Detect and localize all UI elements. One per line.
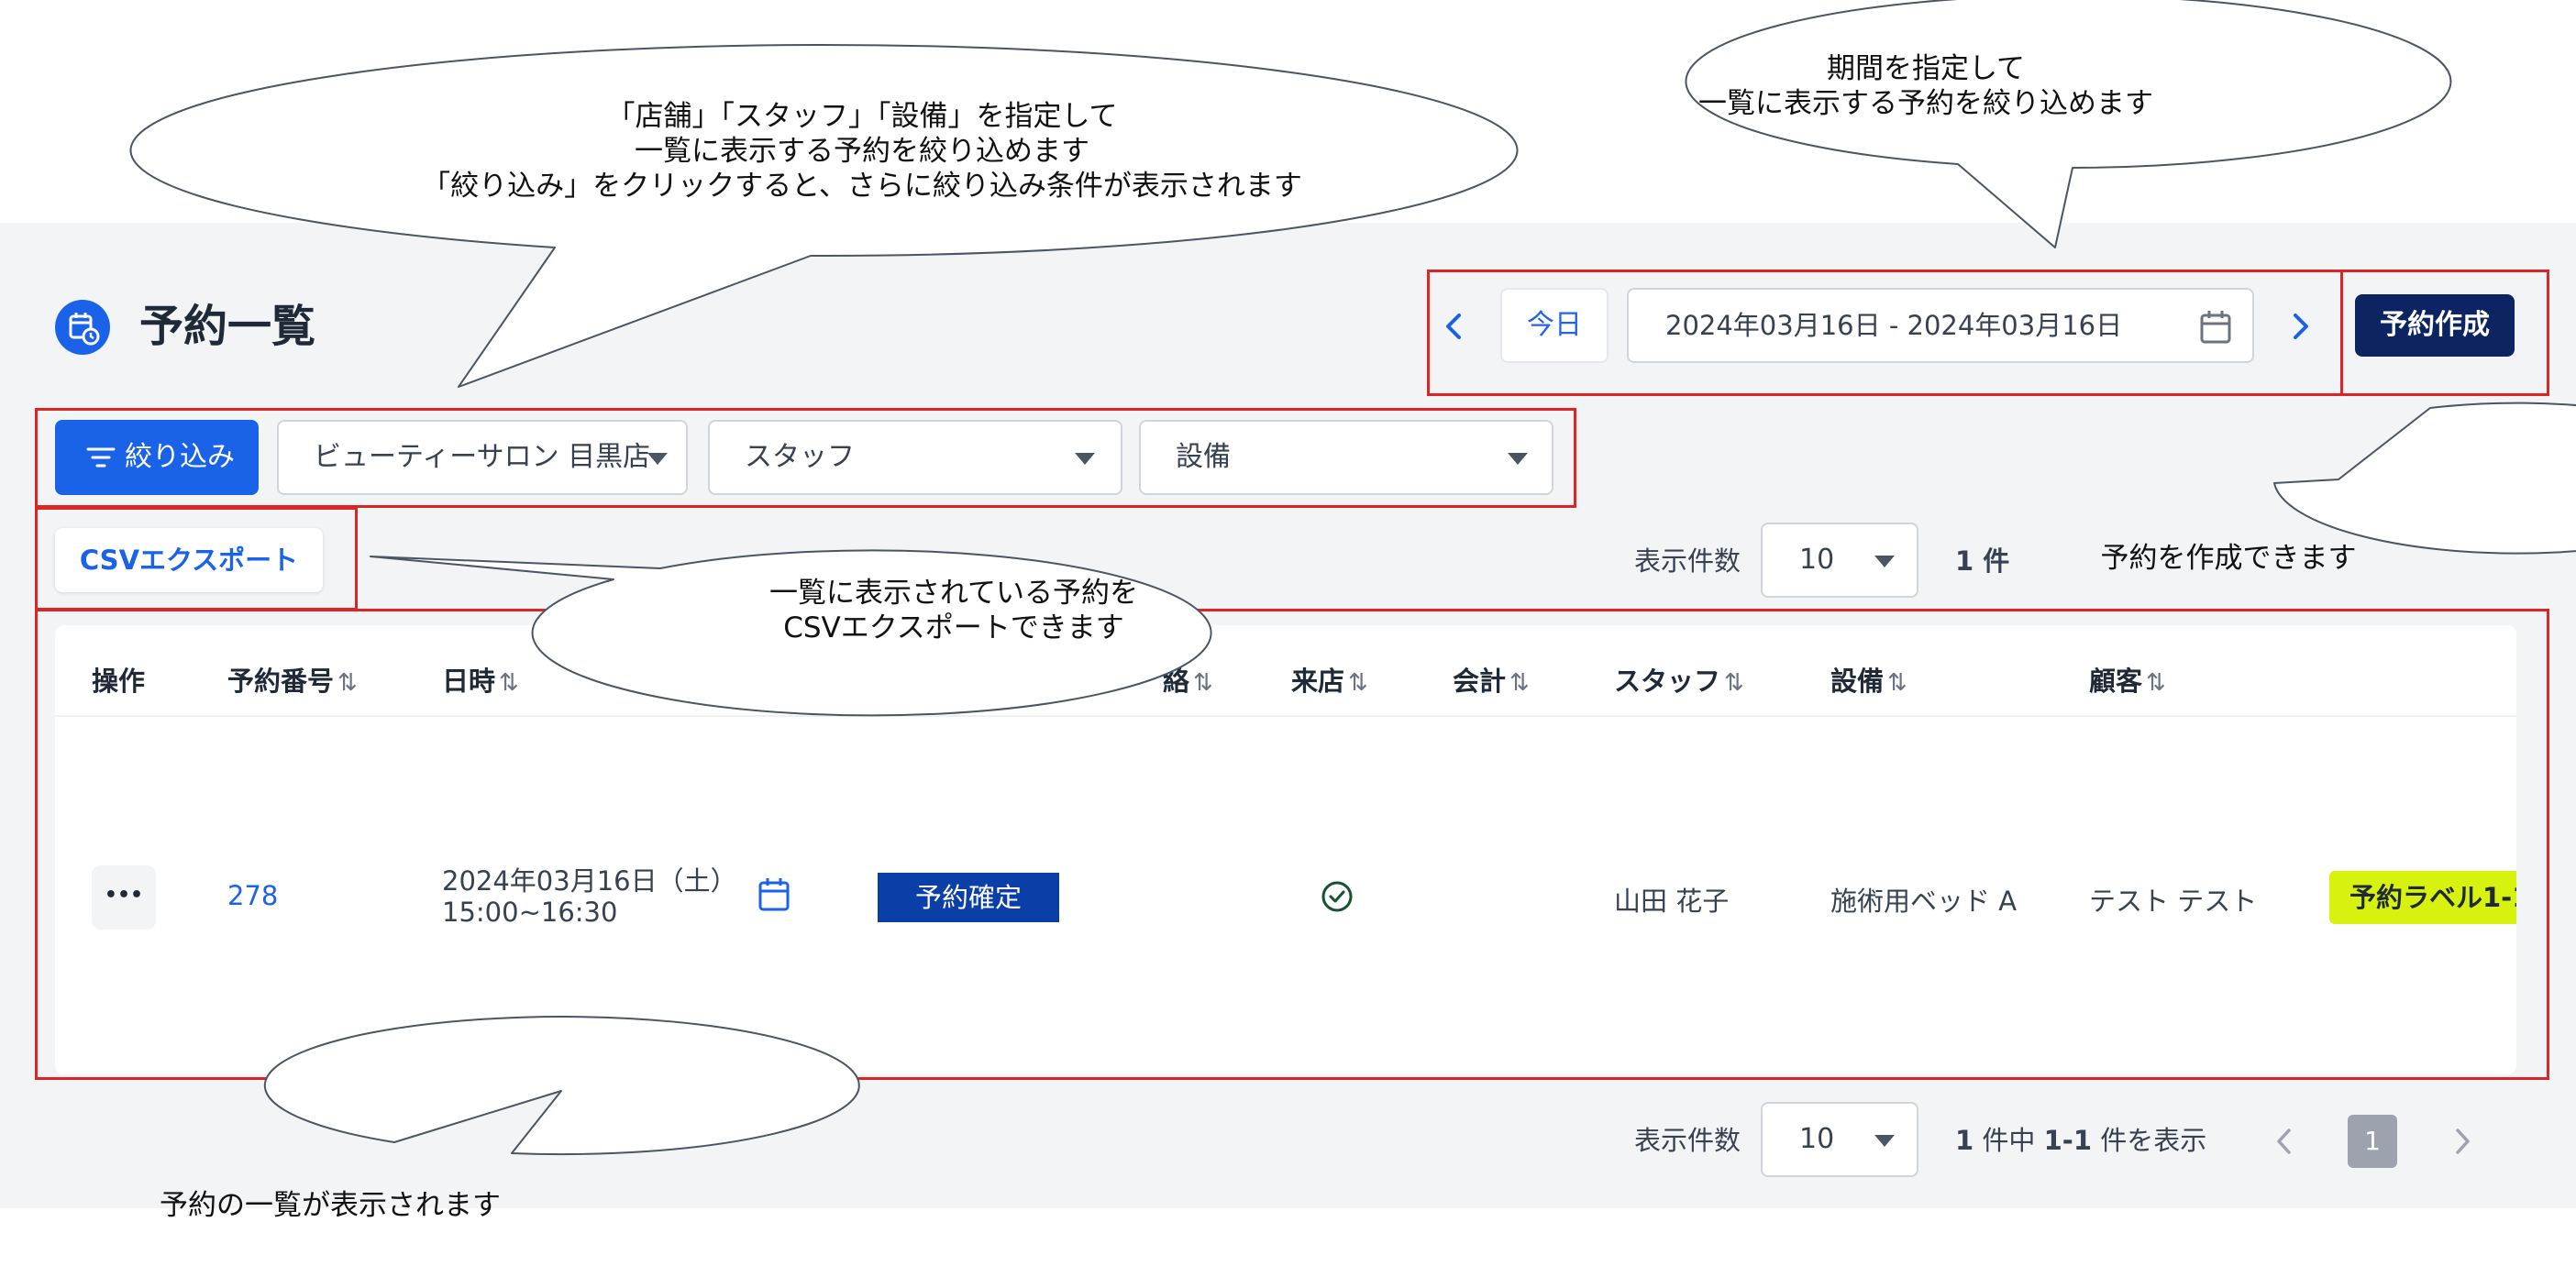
callout-period-bubble [1685, 0, 2452, 248]
callout-list-line-1: 予約の一覧が表示されます [160, 1189, 501, 1222]
callout-list-text: 予約の一覧が表示されます [92, 1188, 569, 1223]
callout-filters-bubble [129, 44, 1519, 388]
callout-period-line-2: 一覧に表示する予約を絞り込めます [1698, 87, 2153, 120]
callout-csv-text: 一覧に表示されている予約を CSVエクスポートできます [697, 576, 1211, 645]
callout-filters-line-1: 「店舗」「スタッフ」「設備」を指定して [606, 100, 1118, 133]
callout-list-bubble [263, 1016, 860, 1156]
callout-create-text: 予約を作成できます [1990, 541, 2467, 576]
callout-csv-line-1: 一覧に表示されている予約を [768, 577, 1139, 610]
callout-period-text: 期間を指定して 一覧に表示する予約を絞り込めます [1632, 51, 2219, 121]
callout-filters-line-3: 「絞り込み」をクリックすると、さらに絞り込み条件が表示されます [422, 170, 1302, 203]
callout-csv-line-2: CSVエクスポートできます [783, 611, 1124, 644]
callout-create-bubble [2273, 402, 2576, 555]
callout-create-line-1: 予約を作成できます [2100, 542, 2357, 575]
callout-filters-line-2: 一覧に表示する予約を絞り込めます [635, 135, 1089, 168]
callout-filters-text: 「店舗」「スタッフ」「設備」を指定して 一覧に表示する予約を絞り込めます 「絞り… [312, 99, 1412, 204]
callout-period-line-1: 期間を指定して [1826, 52, 2026, 85]
